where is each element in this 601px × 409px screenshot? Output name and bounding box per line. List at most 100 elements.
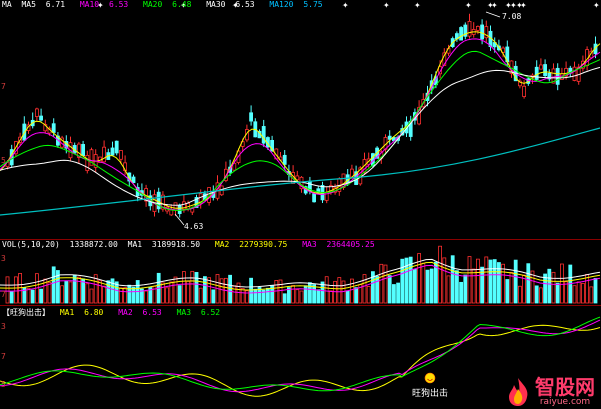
candle-body: [467, 21, 472, 37]
volume-bar: [5, 276, 10, 304]
candle-body: [522, 85, 526, 97]
ind-ma3-legend: MA3 6.52: [177, 308, 226, 317]
volume-bar: [165, 287, 170, 304]
ind-ma1-label: MA1: [59, 308, 75, 317]
vol-label: VOL(5,10,20): [2, 240, 60, 249]
volume-bar: [207, 277, 212, 304]
volume-bar: [102, 285, 106, 304]
volume-bar: [412, 268, 417, 304]
candle-body: [312, 193, 317, 203]
ind-ma1-value: 6.80: [84, 308, 104, 317]
ma30-legend: MA30 6.53: [206, 0, 259, 9]
ind-ma3-value: 6.52: [200, 308, 221, 317]
high-pointer: [485, 11, 501, 18]
ind-ma2-value: 6.53: [142, 308, 162, 317]
volume-bar: [160, 282, 165, 304]
volume-bar: [585, 273, 589, 304]
volume-bar: [30, 289, 35, 304]
volume-bar: [349, 278, 354, 304]
volume-bar: [131, 286, 136, 304]
volume-bar: [249, 277, 254, 304]
candle-body: [261, 126, 266, 144]
volume-bar: [513, 259, 518, 304]
volume-bar: [446, 275, 451, 304]
volume-bar: [303, 285, 308, 304]
signal-label: 旺狗出击: [412, 389, 449, 399]
volume-bar: [64, 280, 69, 304]
ind-ma1-legend: MA1 6.80: [60, 308, 109, 317]
volume-bar: [253, 288, 258, 304]
price-panel[interactable]: ✦ ✦ ✦ ✦ ✦ ✦ ✦ ✦ ✦ ✦ ✦ ✦ ✦ ✦ MA MA5 6.71 MA10 6.53 MA2…: [0, 0, 601, 240]
ma5-label: MA5: [21, 0, 36, 9]
volume-bar: [572, 285, 577, 304]
marker-icon: ✦: [383, 1, 390, 10]
candle-body: [249, 112, 254, 122]
marker-icon: ✦: [520, 1, 527, 10]
ma20-value: 6.48: [172, 0, 192, 9]
candle-body: [102, 146, 106, 163]
volume-bar: [72, 274, 77, 304]
candle-body: [39, 115, 43, 121]
ma10-legend: MA10 6.53: [80, 0, 133, 9]
volume-bar: [429, 268, 434, 304]
volume-bar: [127, 284, 132, 304]
volume-bar: [391, 284, 396, 304]
volume-bar: [534, 285, 539, 304]
vol-ma2-label: MA2: [214, 240, 230, 249]
volume-bar: [593, 278, 598, 304]
vol-ma2-legend: MA2 2279390.75: [215, 240, 292, 249]
volume-bar: [312, 284, 317, 304]
volume-bar: [328, 290, 333, 304]
volume-bar: [383, 264, 388, 304]
volume-panel[interactable]: VOL(5,10,20) 1338872.00 MA1 3189918.50 M…: [0, 240, 601, 304]
marker-icon: ✦: [414, 1, 421, 10]
volume-bar: [488, 259, 493, 304]
volume-bar: [316, 289, 321, 304]
ma120-legend: MA120 5.75: [269, 0, 327, 9]
volume-bar: [337, 277, 342, 304]
smiley-icon: [424, 372, 436, 384]
volume-bar: [400, 258, 405, 304]
volume-bar: [119, 287, 123, 304]
volume-bar: [467, 256, 472, 304]
volume-bar: [274, 280, 279, 304]
volume-bar: [366, 286, 371, 304]
volume-bar: [421, 262, 426, 304]
volume-bar: [505, 279, 510, 304]
price-axis-tick: 7: [1, 82, 6, 91]
volume-bar: [51, 266, 56, 304]
volume-bar: [173, 276, 178, 304]
volume-bar: [194, 272, 199, 304]
indicator-panel[interactable]: 【旺狗出击】 MA1 6.80 MA2 6.53 MA3 6.52 3 7 5 …: [0, 306, 601, 409]
watermark-text: 智股网: [535, 375, 595, 399]
volume-bar: [228, 274, 233, 304]
candlestick-chart[interactable]: ✦ ✦ ✦ ✦ ✦ ✦ ✦ ✦✦ ✦✦ ✦✦ ✦: [0, 0, 601, 240]
volume-bar: [551, 271, 556, 304]
volume-bar: [123, 287, 127, 304]
ma120-value: 5.75: [303, 0, 323, 9]
volume-bar: [299, 290, 304, 304]
flame-logo-icon: [509, 377, 528, 406]
ind-ma2-legend: MA2 6.53: [118, 308, 167, 317]
candle-body: [543, 64, 547, 77]
candle-body: [534, 66, 539, 80]
ma5-value: 6.71: [45, 0, 66, 9]
price-header-prefix: MA: [2, 0, 12, 9]
candle-body: [282, 154, 287, 165]
volume-bar: [39, 288, 43, 304]
vol-ma1-label: MA1: [127, 240, 143, 249]
ma20-legend: MA20 6.48: [143, 0, 196, 9]
volume-bar: [375, 276, 380, 304]
marker-icon: ✦: [342, 1, 349, 10]
low-price-label: 4.63: [184, 222, 204, 231]
vol-ma1-value: 3189918.50: [151, 240, 201, 249]
volume-bar: [589, 286, 594, 304]
candle-body: [572, 66, 577, 81]
volume-bar: [555, 282, 560, 304]
volume-bar: [564, 281, 568, 304]
price-axis-tick: 5: [1, 156, 6, 165]
volume-bar: [240, 288, 245, 304]
volume-bar: [9, 291, 14, 304]
volume-bar: [492, 259, 497, 304]
volume-header: VOL(5,10,20) 1338872.00 MA1 3189918.50 M…: [2, 240, 385, 250]
